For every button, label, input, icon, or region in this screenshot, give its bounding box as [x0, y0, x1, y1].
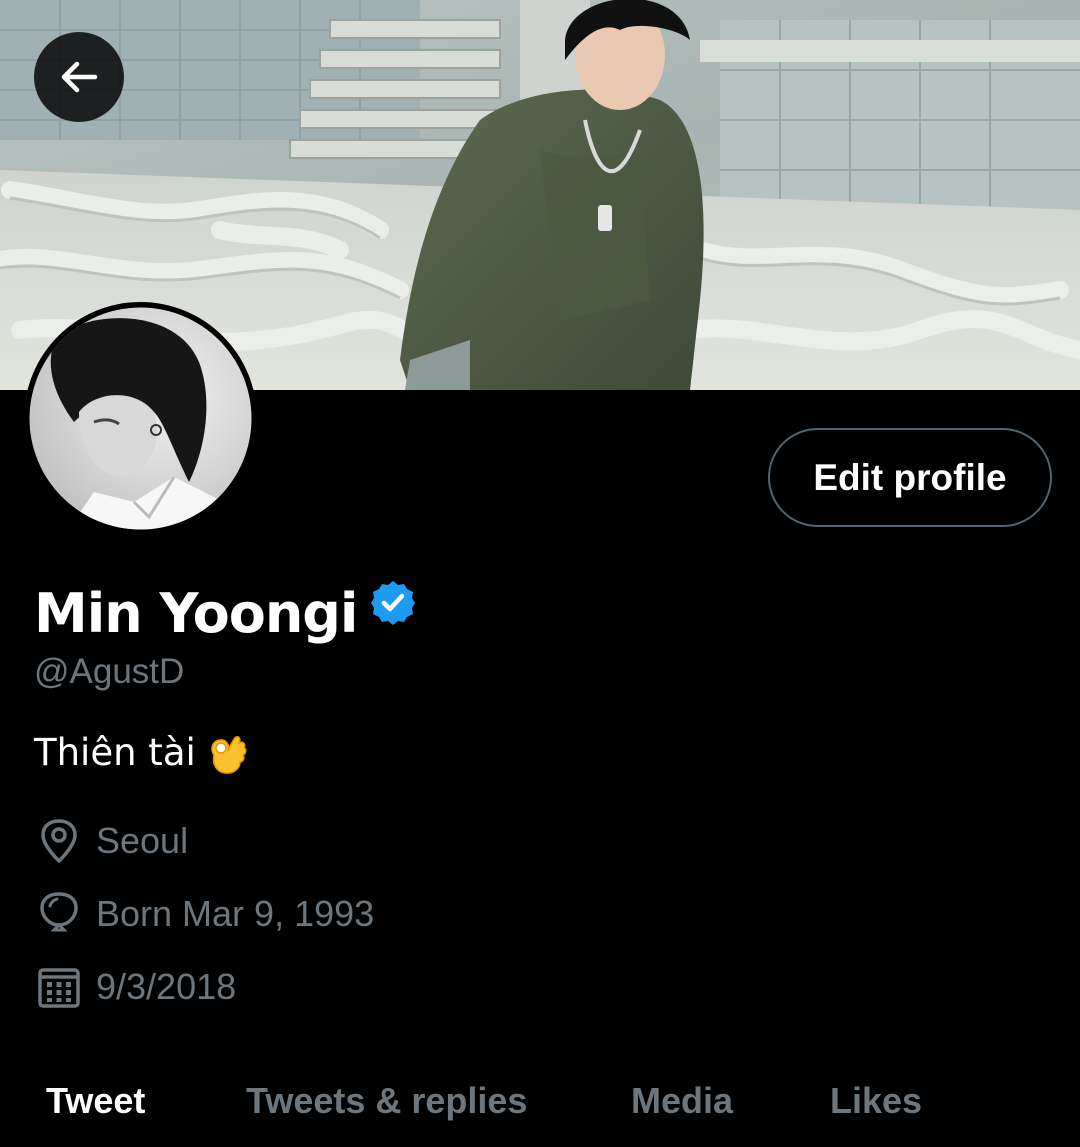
display-name-row: Min Yoongi	[34, 578, 417, 648]
birthday-row: Born Mar 9, 1993	[34, 889, 374, 939]
ok-hand-emoji-icon	[200, 727, 250, 777]
calendar-icon	[34, 962, 84, 1012]
profile-page: Edit profile Min Yoongi @AgustD Thiên tà…	[0, 0, 1080, 1147]
arrow-left-icon	[55, 53, 103, 101]
bio: Thiên tài	[34, 727, 250, 777]
display-name: Min Yoongi	[34, 581, 358, 645]
location-row: Seoul	[34, 816, 188, 866]
bio-text: Thiên tài	[34, 730, 196, 774]
tab-tweet[interactable]: Tweet	[46, 1080, 145, 1122]
location-text: Seoul	[96, 820, 189, 861]
edit-profile-button[interactable]: Edit profile	[768, 428, 1052, 527]
verified-badge-icon	[369, 579, 417, 627]
handle: @AgustD	[34, 652, 185, 691]
joined-row: 9/3/2018	[34, 962, 236, 1012]
birthday-text: Born Mar 9, 1993	[96, 893, 375, 934]
location-pin-icon	[34, 816, 84, 866]
profile-tabs: Tweet Tweets & replies Media Likes	[0, 1070, 1080, 1147]
tab-media[interactable]: Media	[631, 1080, 733, 1122]
back-button[interactable]	[34, 32, 124, 122]
tab-tweets-and-replies[interactable]: Tweets & replies	[246, 1080, 527, 1122]
tab-likes[interactable]: Likes	[830, 1080, 922, 1122]
avatar[interactable]	[24, 302, 257, 535]
balloon-icon	[34, 889, 84, 939]
joined-text: 9/3/2018	[96, 966, 237, 1007]
